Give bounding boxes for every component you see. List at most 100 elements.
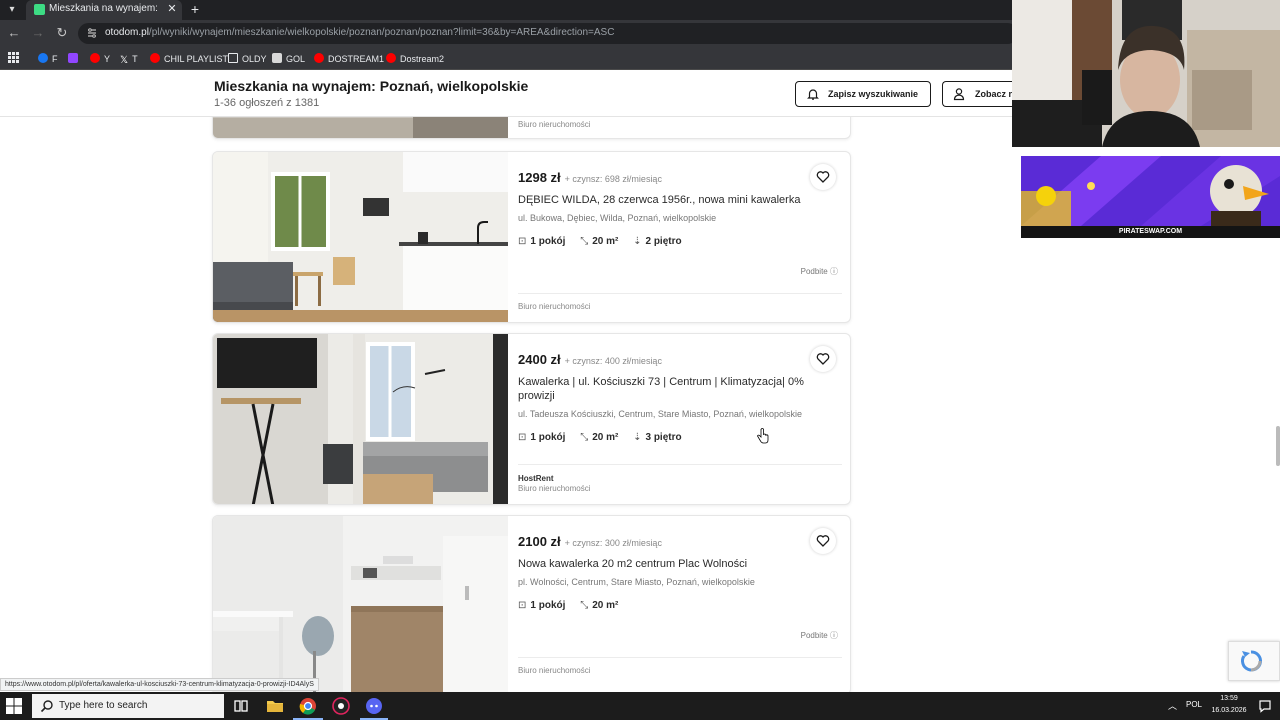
forward-arrow-icon[interactable]: →	[30, 25, 46, 41]
area-icon: ⤡	[580, 600, 589, 611]
site-info-icon[interactable]	[86, 27, 98, 39]
bookmark-youtube[interactable]: Y	[90, 52, 110, 66]
area-icon: ⤡	[580, 432, 589, 443]
search-results-header: Mieszkania na wynajem: Poznań, wielkopol…	[0, 70, 1014, 117]
task-view-icon[interactable]	[231, 696, 251, 716]
bookmark-twitch[interactable]	[68, 52, 82, 66]
door-icon: ⊡	[518, 600, 527, 611]
recaptcha-badge[interactable]	[1228, 641, 1280, 681]
card-divider	[518, 293, 842, 294]
floor: 2 piętro	[645, 236, 682, 247]
windows-start-icon[interactable]	[6, 698, 22, 714]
bookmark-x[interactable]: 𝕏T	[120, 52, 138, 66]
area: 20 m²	[592, 236, 619, 247]
input-language[interactable]: POL	[1186, 700, 1202, 709]
rooms: 1 pokój	[530, 600, 566, 611]
area-icon: ⤡	[580, 236, 589, 247]
chrome-icon[interactable]	[298, 696, 318, 716]
page-scrollbar-thumb[interactable]	[1276, 426, 1280, 466]
agency-name[interactable]: HostRent	[518, 474, 554, 483]
heart-icon	[816, 535, 830, 547]
listing-card[interactable]: 2400 zł + czynsz: 400 zł/miesiąc Kawalerk…	[212, 333, 851, 505]
info-icon[interactable]: ⓘ	[830, 631, 838, 640]
discord-icon[interactable]	[364, 696, 384, 716]
notification-center-icon[interactable]	[1258, 699, 1272, 713]
bookmark-facebook[interactable]: F	[38, 52, 58, 66]
agency-type: Biuro nieruchomości	[518, 302, 591, 311]
listing-features: ⊡ 1 pokój ⤡ 20 m²	[518, 600, 630, 611]
card-divider	[518, 657, 842, 658]
youtube-icon	[386, 53, 396, 63]
listing-photo[interactable]	[213, 334, 508, 504]
rooms: 1 pokój	[530, 432, 566, 443]
bookmark-dostream2[interactable]: Dostream2	[386, 52, 444, 66]
favorite-heart-button[interactable]	[810, 164, 836, 190]
youtube-icon	[90, 53, 100, 63]
floor: 3 piętro	[645, 432, 682, 443]
folder-icon	[228, 53, 238, 63]
bookmark-gol[interactable]: GOL	[272, 52, 305, 66]
tray-overflow-chevron-icon[interactable]: ︿	[1168, 699, 1177, 712]
area: 20 m²	[592, 600, 619, 611]
apps-grid-icon[interactable]	[8, 52, 19, 66]
reload-icon[interactable]: ↻	[54, 25, 70, 41]
system-clock[interactable]: 13:59 16.03.2026	[1206, 693, 1252, 717]
listing-features: ⊡ 1 pokój ⤡ 20 m² ⇣ 3 piętro	[518, 432, 694, 443]
listing-card[interactable]: 1298 zł + czynsz: 698 zł/miesiąc DĘBIEC W…	[212, 151, 851, 323]
webcam-overlay	[1012, 0, 1280, 147]
listing-title[interactable]: Nowa kawalerka 20 m2 centrum Plac Wolnoś…	[518, 557, 818, 571]
listing-photo[interactable]	[213, 516, 508, 692]
heart-icon	[816, 353, 830, 365]
listing-rent: + czynsz: 300 zł/miesiąc	[564, 538, 662, 548]
listing-price: 2100 zł + czynsz: 300 zł/miesiąc	[518, 534, 662, 549]
tab-close-icon[interactable]: ✕	[165, 2, 179, 16]
stairs-icon: ⇣	[633, 432, 642, 443]
listing-photo[interactable]	[213, 117, 508, 138]
address-bar[interactable]: otodom.pl/pl/wyniki/wynajem/mieszkanie/w…	[78, 23, 1018, 44]
heart-icon	[816, 171, 830, 183]
favorite-heart-button[interactable]	[810, 528, 836, 554]
bookmark-oldy-folder[interactable]: OLDY	[228, 52, 267, 66]
taskbar-search-box[interactable]: Type here to search	[32, 694, 224, 718]
card-divider	[518, 464, 842, 465]
url-text: otodom.pl/pl/wyniki/wynajem/mieszkanie/w…	[105, 27, 615, 38]
twitch-icon	[68, 53, 78, 63]
youtube-icon	[150, 53, 160, 63]
file-explorer-icon[interactable]	[265, 696, 285, 716]
clock-date: 16.03.2026	[1211, 707, 1247, 714]
listings-list: Biuro nieruchomości 1298 zł + czynsz: 69…	[0, 117, 1012, 692]
user-search-icon	[953, 88, 965, 101]
new-tab-plus-icon[interactable]: +	[187, 1, 203, 17]
search-icon	[40, 700, 53, 713]
media-app-icon[interactable]	[331, 696, 351, 716]
listing-card[interactable]: Biuro nieruchomości	[212, 117, 851, 139]
results-count: 1-36 ogłoszeń z 1381	[214, 97, 320, 109]
area: 20 m²	[592, 432, 619, 443]
save-search-button[interactable]: Zapisz wyszukiwanie	[795, 81, 931, 107]
ad-footer: PIRATESWAP.COM	[1021, 226, 1280, 238]
facebook-icon	[38, 53, 48, 63]
listing-card[interactable]: 2100 zł + czynsz: 300 zł/miesiąc Nowa kaw…	[212, 515, 851, 692]
back-arrow-icon[interactable]: ←	[6, 25, 22, 41]
listing-photo[interactable]	[213, 152, 508, 322]
active-tab[interactable]: Mieszkania na wynajem: Poznań ✕	[26, 0, 182, 20]
stairs-icon: ⇣	[633, 236, 642, 247]
listing-title[interactable]: DĘBIEC WILDA, 28 czerwca 1956r., nowa mi…	[518, 193, 818, 207]
bookmark-dostream1[interactable]: DOSTREAM1	[314, 52, 384, 66]
favorite-heart-button[interactable]	[810, 346, 836, 372]
x-icon: 𝕏	[120, 55, 129, 66]
door-icon: ⊡	[518, 432, 527, 443]
agency-type: Biuro nieruchomości	[518, 120, 591, 129]
bookmark-chil-playlist[interactable]: CHIL PLAYLIST	[150, 52, 228, 66]
agency-type: Biuro nieruchomości	[518, 484, 591, 493]
see-button[interactable]: Zobacz n	[942, 81, 1014, 107]
listing-price: 2400 zł + czynsz: 400 zł/miesiąc	[518, 352, 662, 367]
listing-title[interactable]: Kawalerka | ul. Kościuszki 73 | Centrum …	[518, 375, 818, 403]
gol-icon	[272, 53, 282, 63]
info-icon[interactable]: ⓘ	[830, 267, 838, 276]
tab-search-menu-icon[interactable]: ▾	[4, 2, 20, 18]
hand-cursor-icon	[757, 428, 769, 444]
clock-time: 13:59	[1220, 695, 1238, 702]
taskbar-search-placeholder: Type here to search	[59, 700, 148, 711]
tab-title: Mieszkania na wynajem: Poznań	[49, 3, 161, 14]
